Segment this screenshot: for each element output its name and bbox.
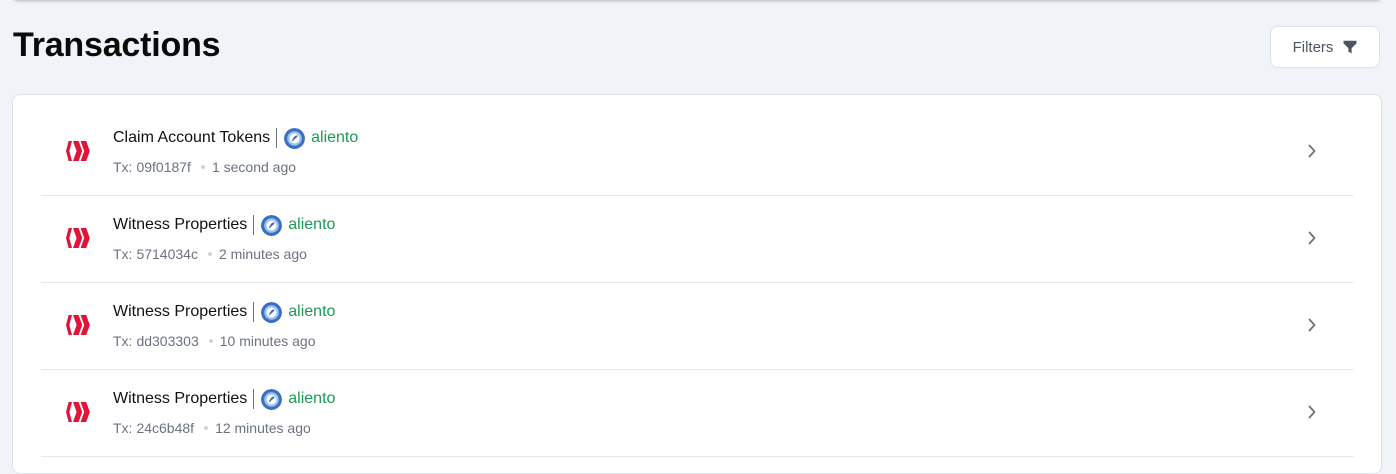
filters-button-label: Filters [1292, 38, 1334, 56]
hive-logo-icon [66, 140, 90, 162]
transaction-meta-line: Tx: 09f0187f 1 second ago [113, 159, 296, 175]
separator-dot [204, 426, 209, 430]
account-link[interactable]: aliento [288, 390, 335, 408]
hive-logo-icon [66, 227, 90, 249]
separator [253, 389, 255, 409]
tx-time: 2 minutes ago [218, 246, 307, 262]
hive-logo-icon [66, 401, 90, 423]
separator [253, 215, 255, 235]
tx-id-label: Tx: [113, 246, 133, 262]
tx-time: 10 minutes ago [219, 333, 316, 349]
tx-id-label: Tx: [113, 159, 133, 175]
separator-dot [200, 165, 205, 169]
operation-type: Claim Account Tokens [113, 129, 271, 146]
account-link[interactable]: aliento [288, 303, 335, 321]
filters-button[interactable]: Filters [1270, 26, 1380, 68]
operation-type: Witness Properties [113, 390, 248, 407]
tx-id-label: Tx: [113, 420, 133, 436]
chevron-right-icon[interactable] [1307, 318, 1317, 332]
transaction-row[interactable]: Witness Properties aliento Tx: 5714034c [41, 196, 1354, 283]
funnel-icon [1343, 40, 1357, 54]
transaction-title-line: Witness Properties aliento [113, 300, 335, 324]
tx-time: 12 minutes ago [215, 420, 311, 436]
account-link[interactable]: aliento [288, 216, 335, 234]
transactions-list: Claim Account Tokens aliento Tx: 09f0187… [41, 109, 1354, 457]
tx-time: 1 second ago [211, 159, 297, 175]
tx-id[interactable]: 24c6b48f [136, 420, 194, 436]
page-title: Transactions [13, 26, 221, 64]
transaction-meta-line: Tx: 24c6b48f 12 minutes ago [113, 420, 311, 436]
transaction-meta-line: Tx: dd303303 10 minutes ago [113, 333, 315, 349]
account-link[interactable]: aliento [311, 129, 358, 147]
transaction-title-line: Witness Properties aliento [113, 213, 335, 237]
tx-id-label: Tx: [113, 333, 133, 349]
transaction-row[interactable]: Claim Account Tokens aliento Tx: 09f0187… [41, 109, 1354, 196]
tx-id[interactable]: dd303303 [136, 333, 198, 349]
separator [276, 128, 278, 148]
avatar[interactable] [261, 301, 283, 323]
transaction-meta-line: Tx: 5714034c 2 minutes ago [113, 246, 307, 262]
transaction-row[interactable]: Witness Properties aliento Tx: 24c6b48f [41, 370, 1354, 457]
separator-dot [208, 339, 213, 343]
chevron-right-icon[interactable] [1307, 231, 1317, 245]
hive-logo-icon [66, 314, 90, 336]
chevron-right-icon[interactable] [1307, 144, 1317, 158]
operation-type: Witness Properties [113, 303, 248, 320]
chevron-right-icon[interactable] [1307, 405, 1317, 419]
avatar[interactable] [284, 127, 306, 149]
transactions-card: Claim Account Tokens aliento Tx: 09f0187… [12, 94, 1382, 474]
separator-dot [207, 252, 212, 256]
operation-type: Witness Properties [113, 216, 248, 233]
transaction-row[interactable]: Witness Properties aliento Tx: dd303303 [41, 283, 1354, 370]
transaction-title-line: Witness Properties aliento [113, 387, 335, 411]
avatar[interactable] [261, 388, 283, 410]
tx-id[interactable]: 09f0187f [136, 159, 191, 175]
tx-id[interactable]: 5714034c [136, 246, 198, 262]
transaction-title-line: Claim Account Tokens aliento [113, 126, 358, 150]
avatar[interactable] [261, 214, 283, 236]
separator [253, 302, 255, 322]
